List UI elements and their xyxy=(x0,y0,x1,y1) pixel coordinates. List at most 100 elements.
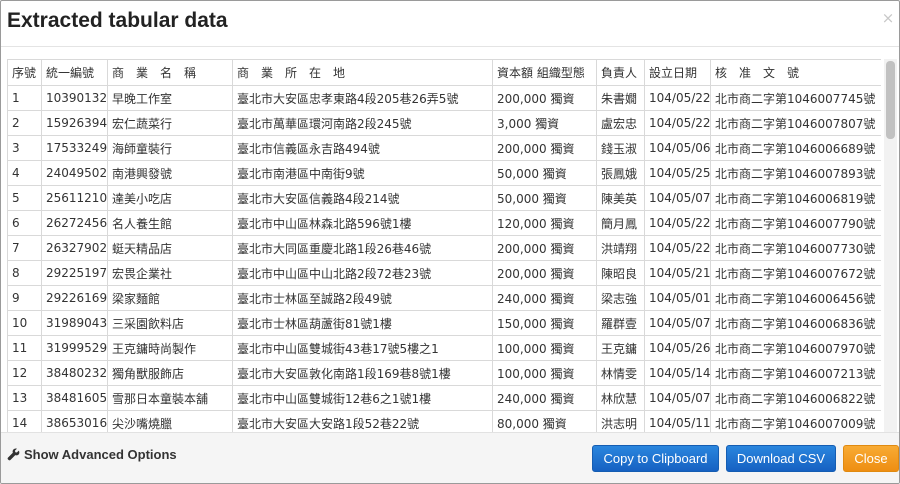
table-row: 2 15926394 宏仁蔬菜行 臺北市萬華區環河南路2段245號 3,000 獨資 盧宏… xyxy=(7,110,881,136)
table-cell: 80,000 獨資 xyxy=(492,410,597,432)
table-row: 3 17533249 海師童裝行 臺北市信義區永吉路494號 200,000 獨資 錢玉淑… xyxy=(7,135,881,161)
table-cell: 北市商二字第1046007745號 xyxy=(710,85,881,111)
table-cell: 38481605 xyxy=(41,385,108,411)
table-cell: 50,000 獨資 xyxy=(492,160,597,186)
table-cell: 王克鏞時尚製作 xyxy=(107,335,233,361)
table-cell: 104/05/25 xyxy=(644,160,711,186)
column-header: 商 業 名 稱 xyxy=(107,59,233,86)
table-cell: 104/05/22 xyxy=(644,235,711,261)
column-header: 負責人 xyxy=(596,59,645,86)
table-cell: 100,000 獨資 xyxy=(492,360,597,386)
table-cell: 7 xyxy=(7,235,42,261)
table-cell: 15926394 xyxy=(41,110,108,136)
table-cell: 4 xyxy=(7,160,42,186)
table-cell: 北市商二字第1046006822號 xyxy=(710,385,881,411)
table-header-row: 序號 統一編號商 業 名 稱商 業 所 在 地資本額 組織型態 負責人 設立日期核 准… xyxy=(7,59,881,86)
table-cell: 臺北市中山區中山北路2段72巷23號 xyxy=(232,260,493,286)
vertical-scrollbar[interactable] xyxy=(884,59,897,432)
table-cell: 8 xyxy=(7,260,42,286)
table-cell: 104/05/14 xyxy=(644,360,711,386)
table-cell: 梁志強 xyxy=(596,285,645,311)
table-cell: 104/05/22 xyxy=(644,210,711,236)
table-cell: 3,000 獨資 xyxy=(492,110,597,136)
column-header: 資本額 組織型態 xyxy=(492,59,597,86)
table-cell: 北市商二字第1046007790號 xyxy=(710,210,881,236)
table-cell: 29226169 xyxy=(41,285,108,311)
table-cell: 臺北市萬華區環河南路2段245號 xyxy=(232,110,493,136)
advanced-options-label: Show Advanced Options xyxy=(24,447,177,462)
table-cell: 宏畏企業社 xyxy=(107,260,233,286)
copy-to-clipboard-button[interactable]: Copy to Clipboard xyxy=(592,445,719,472)
table-cell: 38653016 xyxy=(41,410,108,432)
table-cell: 120,000 獨資 xyxy=(492,210,597,236)
column-header: 商 業 所 在 地 xyxy=(232,59,493,86)
column-header: 統一編號 xyxy=(41,59,108,86)
table-cell: 6 xyxy=(7,210,42,236)
close-button[interactable]: Close xyxy=(843,445,899,472)
table-cell: 104/05/07 xyxy=(644,185,711,211)
table-cell: 200,000 獨資 xyxy=(492,85,597,111)
table-cell: 林欣慧 xyxy=(596,385,645,411)
table-cell: 29225197 xyxy=(41,260,108,286)
table-cell: 200,000 獨資 xyxy=(492,260,597,286)
table-cell: 北市商二字第1046007730號 xyxy=(710,235,881,261)
table-cell: 三采園飲料店 xyxy=(107,310,233,336)
table-row: 11 31999529 王克鏞時尚製作 臺北市中山區雙城街43巷17號5樓之1 100,… xyxy=(7,335,881,361)
table-cell: 臺北市大安區信義路4段214號 xyxy=(232,185,493,211)
table-cell: 臺北市大安區忠孝東路4段205巷26弄5號 xyxy=(232,85,493,111)
table-cell: 17533249 xyxy=(41,135,108,161)
table-cell: 簡月鳳 xyxy=(596,210,645,236)
table-cell: 24049502 xyxy=(41,160,108,186)
table-cell: 104/05/11 xyxy=(644,410,711,432)
table-cell: 名人養生館 xyxy=(107,210,233,236)
table-row: 7 26327902 蜓天精品店 臺北市大同區重慶北路1段26巷46號 200,000 … xyxy=(7,235,881,261)
table-row: 13 38481605 雪那日本童裝本舖 臺北市中山區雙城街12巷6之1號1樓 240,… xyxy=(7,385,881,411)
table-cell: 梁家麵館 xyxy=(107,285,233,311)
column-header: 序號 xyxy=(7,59,42,86)
table-cell: 200,000 獨資 xyxy=(492,235,597,261)
table-cell: 13 xyxy=(7,385,42,411)
table-cell: 11 xyxy=(7,335,42,361)
table-cell: 北市商二字第1046006819號 xyxy=(710,185,881,211)
table-cell: 1 xyxy=(7,85,42,111)
table-cell: 北市商二字第1046006689號 xyxy=(710,135,881,161)
show-advanced-options-link[interactable]: Show Advanced Options xyxy=(7,447,177,462)
download-csv-button[interactable]: Download CSV xyxy=(726,445,836,472)
table-cell: 104/05/06 xyxy=(644,135,711,161)
table-cell: 北市商二字第1046007893號 xyxy=(710,160,881,186)
table-cell: 25611210 xyxy=(41,185,108,211)
table-cell: 104/05/07 xyxy=(644,385,711,411)
table-row: 5 25611210 達美小吃店 臺北市大安區信義路4段214號 50,000 獨資 陳美… xyxy=(7,185,881,211)
table-scroll-area[interactable]: 序號 統一編號商 業 名 稱商 業 所 在 地資本額 組織型態 負責人 設立日期核 准… xyxy=(7,59,881,432)
table-cell: 10390132 xyxy=(41,85,108,111)
table-cell: 王克鏞 xyxy=(596,335,645,361)
table-cell: 錢玉淑 xyxy=(596,135,645,161)
table-cell: 臺北市士林區葫蘆街81號1樓 xyxy=(232,310,493,336)
table-cell: 南港興發號 xyxy=(107,160,233,186)
table-cell: 50,000 獨資 xyxy=(492,185,597,211)
table-cell: 臺北市大安區大安路1段52巷22號 xyxy=(232,410,493,432)
table-cell: 38480232 xyxy=(41,360,108,386)
extracted-data-dialog: Extracted tabular data × 序號 統一編號商 業 名 稱商 … xyxy=(0,0,900,484)
table-cell: 雪那日本童裝本舖 xyxy=(107,385,233,411)
table-cell: 臺北市大安區敦化南路1段169巷8號1樓 xyxy=(232,360,493,386)
table-cell: 12 xyxy=(7,360,42,386)
table-cell: 林情雯 xyxy=(596,360,645,386)
table-cell: 北市商二字第1046007009號 xyxy=(710,410,881,432)
table-cell: 104/05/01 xyxy=(644,285,711,311)
table-cell: 北市商二字第1046006836號 xyxy=(710,310,881,336)
scrollbar-thumb[interactable] xyxy=(886,61,895,139)
table-cell: 9 xyxy=(7,285,42,311)
table-cell: 臺北市大同區重慶北路1段26巷46號 xyxy=(232,235,493,261)
table-cell: 31999529 xyxy=(41,335,108,361)
table-row: 12 38480232 獨角獸服飾店 臺北市大安區敦化南路1段169巷8號1樓 100,… xyxy=(7,360,881,386)
table-cell: 宏仁蔬菜行 xyxy=(107,110,233,136)
close-icon[interactable]: × xyxy=(881,11,895,26)
table-cell: 盧宏忠 xyxy=(596,110,645,136)
table-cell: 240,000 獨資 xyxy=(492,385,597,411)
table-cell: 臺北市中山區雙城街43巷17號5樓之1 xyxy=(232,335,493,361)
table-cell: 北市商二字第1046007213號 xyxy=(710,360,881,386)
table-row: 1 10390132 早晚工作室 臺北市大安區忠孝東路4段205巷26弄5號 200,0… xyxy=(7,85,881,111)
table-cell: 尖沙嘴燒臘 xyxy=(107,410,233,432)
table-cell: 臺北市南港區中南街9號 xyxy=(232,160,493,186)
